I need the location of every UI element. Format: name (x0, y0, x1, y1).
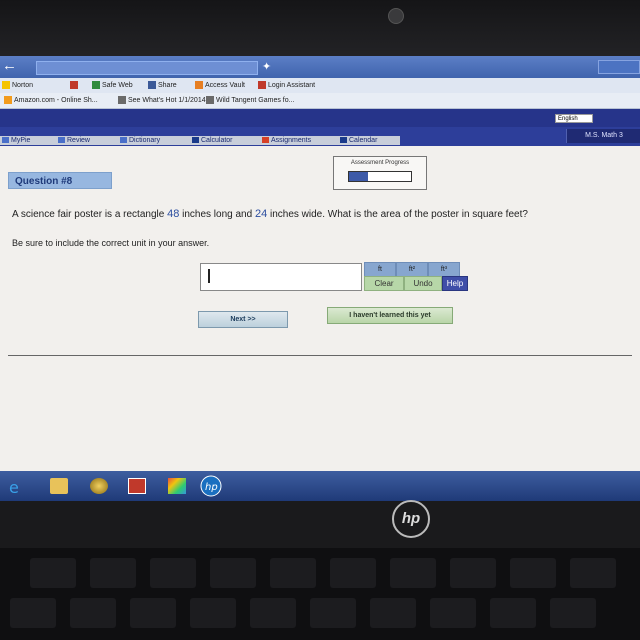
key (330, 558, 376, 588)
back-arrow-icon[interactable]: ← (2, 58, 17, 74)
favorites-star-icon[interactable]: ✦ (262, 60, 271, 73)
page-icon (118, 96, 126, 105)
progress-track (348, 171, 412, 182)
book-icon (120, 137, 127, 144)
hp-icon[interactable]: hp (200, 475, 222, 497)
undo-button[interactable]: Undo (404, 276, 442, 291)
keyboard (0, 548, 640, 640)
key (430, 598, 476, 628)
unit-ft3-button[interactable]: ft³ (428, 262, 460, 277)
divider (8, 355, 632, 356)
home-icon[interactable] (70, 78, 80, 93)
tab-review[interactable]: Review (58, 136, 90, 145)
key (570, 558, 616, 588)
svg-text:e: e (9, 478, 19, 496)
key (10, 598, 56, 628)
browser-title-bar: ← ✦ (0, 56, 640, 78)
key (390, 558, 436, 588)
favorite-whats-hot[interactable]: See What's Hot 1/1/2014 (118, 93, 206, 108)
not-learned-button[interactable]: I haven't learned this yet (327, 307, 453, 324)
review-icon (58, 137, 65, 144)
calendar-icon (340, 137, 347, 144)
key (30, 558, 76, 588)
tab-dictionary[interactable]: Dictionary (120, 136, 160, 145)
key (90, 558, 136, 588)
calculator-icon (192, 137, 199, 144)
vault-icon (195, 81, 203, 90)
favorite-wildtangent[interactable]: Wild Tangent Games fo... (206, 93, 294, 108)
norton-icon[interactable] (90, 478, 108, 494)
text-caret (208, 269, 210, 283)
toolbar-item-login-assistant[interactable]: Login Assistant (258, 78, 315, 93)
key (450, 558, 496, 588)
pie-icon (2, 137, 9, 144)
key (550, 598, 596, 628)
width-value: 24 (254, 208, 268, 220)
laptop-screen: ← ✦ Norton Safe Web Share Access Vault L… (0, 56, 640, 501)
course-label: M.S. Math 3 (566, 129, 640, 143)
assessment-progress: Assessment Progress (333, 156, 427, 190)
key (510, 558, 556, 588)
toolbar-item-norton[interactable]: Norton (2, 78, 33, 93)
answer-input[interactable] (200, 263, 362, 291)
instruction-text: Be sure to include the correct unit in y… (12, 238, 210, 248)
safeweb-icon (92, 81, 100, 90)
svg-text:hp: hp (205, 482, 218, 493)
toolbar-item-safeweb[interactable]: Safe Web (92, 78, 133, 93)
assignments-icon (262, 137, 269, 144)
internet-explorer-icon[interactable]: e (6, 478, 26, 496)
question-label: Question #8 (8, 172, 112, 189)
address-bar[interactable] (36, 61, 258, 75)
page-icon (206, 96, 214, 105)
facebook-icon (148, 81, 156, 90)
browser-tab[interactable] (598, 60, 640, 74)
favorite-amazon[interactable]: Amazon.com - Online Sh... (4, 93, 98, 108)
main-content (0, 146, 640, 501)
key (70, 598, 116, 628)
key (190, 598, 236, 628)
unit-ft-button[interactable]: ft (364, 262, 396, 277)
hp-logo: hp (392, 500, 430, 538)
key (250, 598, 296, 628)
next-button[interactable]: Next >> (198, 311, 288, 328)
amazon-icon (4, 96, 12, 105)
clear-button[interactable]: Clear (364, 276, 404, 291)
app-icon[interactable] (128, 478, 146, 494)
language-select[interactable]: English (555, 114, 593, 123)
progress-title: Assessment Progress (350, 160, 410, 166)
key (150, 558, 196, 588)
toolbar-item-share[interactable]: Share (148, 78, 177, 93)
webcam-icon (388, 8, 404, 24)
progress-fill (349, 172, 368, 181)
key (270, 558, 316, 588)
tab-assignments[interactable]: Assignments (262, 136, 311, 145)
toolbar-item-access-vault[interactable]: Access Vault (195, 78, 245, 93)
favorites-bar: Amazon.com - Online Sh... See What's Hot… (0, 93, 640, 109)
key (370, 598, 416, 628)
media-icon[interactable] (168, 478, 186, 494)
key (490, 598, 536, 628)
file-explorer-icon[interactable] (50, 478, 68, 494)
question-text: A science fair poster is a rectangle 48 … (12, 208, 528, 220)
key (130, 598, 176, 628)
key (310, 598, 356, 628)
norton-icon (2, 81, 10, 90)
tab-calendar[interactable]: Calendar (340, 136, 377, 145)
length-value: 48 (167, 208, 180, 220)
tab-calculator[interactable]: Calculator (192, 136, 233, 145)
toolbar: Norton Safe Web Share Access Vault Login… (0, 78, 640, 94)
unit-ft2-button[interactable]: ft² (396, 262, 428, 277)
key (210, 558, 256, 588)
help-button[interactable]: Help (442, 276, 468, 291)
login-icon (258, 81, 266, 90)
tab-mypie[interactable]: MyPie (2, 136, 30, 145)
laptop-bezel (0, 0, 640, 58)
header-band (0, 109, 640, 127)
